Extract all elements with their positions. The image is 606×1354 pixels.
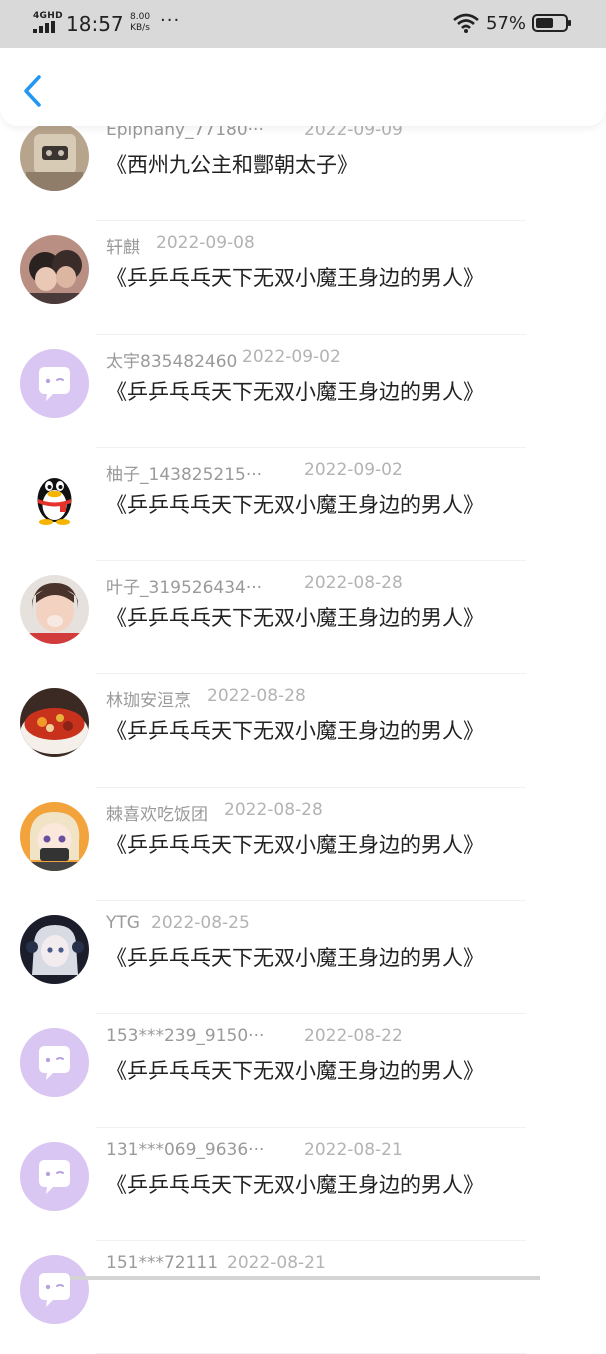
comment-username[interactable]: 棘喜欢吃饭团	[106, 800, 208, 825]
comment-book-title[interactable]: 《乒乒乓乓天下无双小魔王身边的男人》	[106, 942, 484, 972]
comment-book-title[interactable]: 《乒乒乓乓天下无双小魔王身边的男人》	[106, 1055, 484, 1085]
comment-book-title[interactable]: 《乒乒乓乓天下无双小魔王身边的男人》	[106, 376, 484, 406]
battery-percent: 57%	[486, 13, 527, 34]
comment-book-title[interactable]: 《乒乒乓乓天下无双小魔王身边的男人》	[106, 715, 484, 745]
chevron-left-icon[interactable]	[20, 74, 46, 108]
comment-date: 2022-08-28	[224, 799, 323, 820]
network-speed: 8.00 KB/s	[130, 12, 150, 34]
battery-icon	[532, 14, 571, 32]
bottom-edge	[70, 1276, 540, 1280]
signal-icon	[33, 21, 55, 33]
comment-date: 2022-08-28	[304, 573, 403, 594]
comment-username[interactable]: 林珈安洹烹	[106, 686, 191, 711]
photo-couple-avatar[interactable]	[20, 235, 89, 305]
comment-item[interactable]: 轩麒 2022-09-08 《乒乒乓乓天下无双小魔王身边的男人》	[0, 221, 606, 335]
comment-list: Epiphany_77180··· 2022-09-09 《西州九公主和酆朝太子》 …	[0, 108, 606, 1354]
comment-username[interactable]: 131***069_9636···	[106, 1140, 264, 1160]
comment-item[interactable]: 棘喜欢吃饭团 2022-08-28 《乒乒乓乓天下无双小魔王身边的男人》	[0, 788, 606, 902]
default-chat-avatar[interactable]	[20, 348, 89, 418]
comment-username[interactable]: 153***239_9150···	[106, 1026, 264, 1046]
photo-toys-avatar[interactable]	[20, 122, 89, 191]
comment-item[interactable]: 太宇835482460 2022-09-02 《乒乒乓乓天下无双小魔王身边的男人》	[0, 335, 606, 448]
comment-date: 2022-08-21	[227, 1252, 326, 1273]
status-bar: 4GHD 18:57 8.00 KB/s ··· 57%	[0, 0, 606, 48]
comment-username[interactable]: YTG	[106, 913, 140, 933]
comment-username[interactable]: 叶子_319526434···	[106, 573, 262, 598]
comment-item[interactable]: 131***069_9636··· 2022-08-21 《乒乒乓乓天下无双小魔王身…	[0, 1128, 606, 1241]
comment-date: 2022-09-02	[242, 346, 341, 367]
default-chat-avatar[interactable]	[20, 1254, 89, 1324]
comment-date: 2022-09-08	[156, 233, 255, 254]
network-type: 4GHD	[33, 11, 63, 21]
comment-book-title[interactable]: 《西州九公主和酆朝太子》	[106, 149, 358, 179]
comment-date: 2022-08-25	[151, 913, 250, 934]
default-chat-avatar[interactable]	[20, 1028, 89, 1098]
more-notifications-icon: ···	[160, 10, 181, 31]
wifi-icon	[453, 13, 479, 33]
comment-username[interactable]: 柚子_143825215···	[106, 460, 262, 485]
anime-dark-avatar[interactable]	[20, 915, 89, 985]
photo-child-avatar[interactable]	[20, 575, 89, 645]
comment-item[interactable]: 柚子_143825215··· 2022-09-02 《乒乒乓乓天下无双小魔王身边的…	[0, 448, 606, 562]
comment-book-title[interactable]: 《乒乒乓乓天下无双小魔王身边的男人》	[106, 1169, 484, 1199]
photo-food-avatar[interactable]	[20, 688, 89, 758]
speed-unit: KB/s	[130, 23, 150, 33]
comment-item[interactable]: 林珈安洹烹 2022-08-28 《乒乒乓乓天下无双小魔王身边的男人》	[0, 674, 606, 788]
comment-item[interactable]: 叶子_319526434··· 2022-08-28 《乒乒乓乓天下无双小魔王身边的…	[0, 561, 606, 675]
clock: 18:57	[66, 12, 124, 36]
comment-date: 2022-08-22	[304, 1026, 403, 1047]
comment-date: 2022-08-28	[207, 686, 306, 707]
comment-item[interactable]: 151***72111 2022-08-21	[0, 1241, 606, 1354]
comment-username[interactable]: 151***72111	[106, 1253, 218, 1273]
comment-item[interactable]: 153***239_9150··· 2022-08-22 《乒乒乓乓天下无双小魔王身…	[0, 1014, 606, 1128]
comment-username[interactable]: 轩麒	[106, 233, 140, 258]
comment-book-title[interactable]: 《乒乒乓乓天下无双小魔王身边的男人》	[106, 829, 484, 859]
top-nav-bar	[0, 48, 606, 126]
comment-username[interactable]: 太宇835482460	[106, 347, 237, 372]
comment-book-title[interactable]: 《乒乒乓乓天下无双小魔王身边的男人》	[106, 262, 484, 292]
comment-date: 2022-08-21	[304, 1139, 403, 1160]
comment-item[interactable]: YTG 2022-08-25 《乒乒乓乓天下无双小魔王身边的男人》	[0, 901, 606, 1015]
comment-date: 2022-09-02	[304, 459, 403, 480]
anime-girl-avatar[interactable]	[20, 801, 89, 871]
speed-value: 8.00	[130, 12, 151, 22]
default-chat-avatar[interactable]	[20, 1141, 89, 1211]
comment-book-title[interactable]: 《乒乒乓乓天下无双小魔王身边的男人》	[106, 602, 484, 632]
comment-book-title[interactable]: 《乒乒乓乓天下无双小魔王身边的男人》	[106, 489, 484, 519]
qq-penguin-avatar[interactable]	[20, 461, 89, 531]
